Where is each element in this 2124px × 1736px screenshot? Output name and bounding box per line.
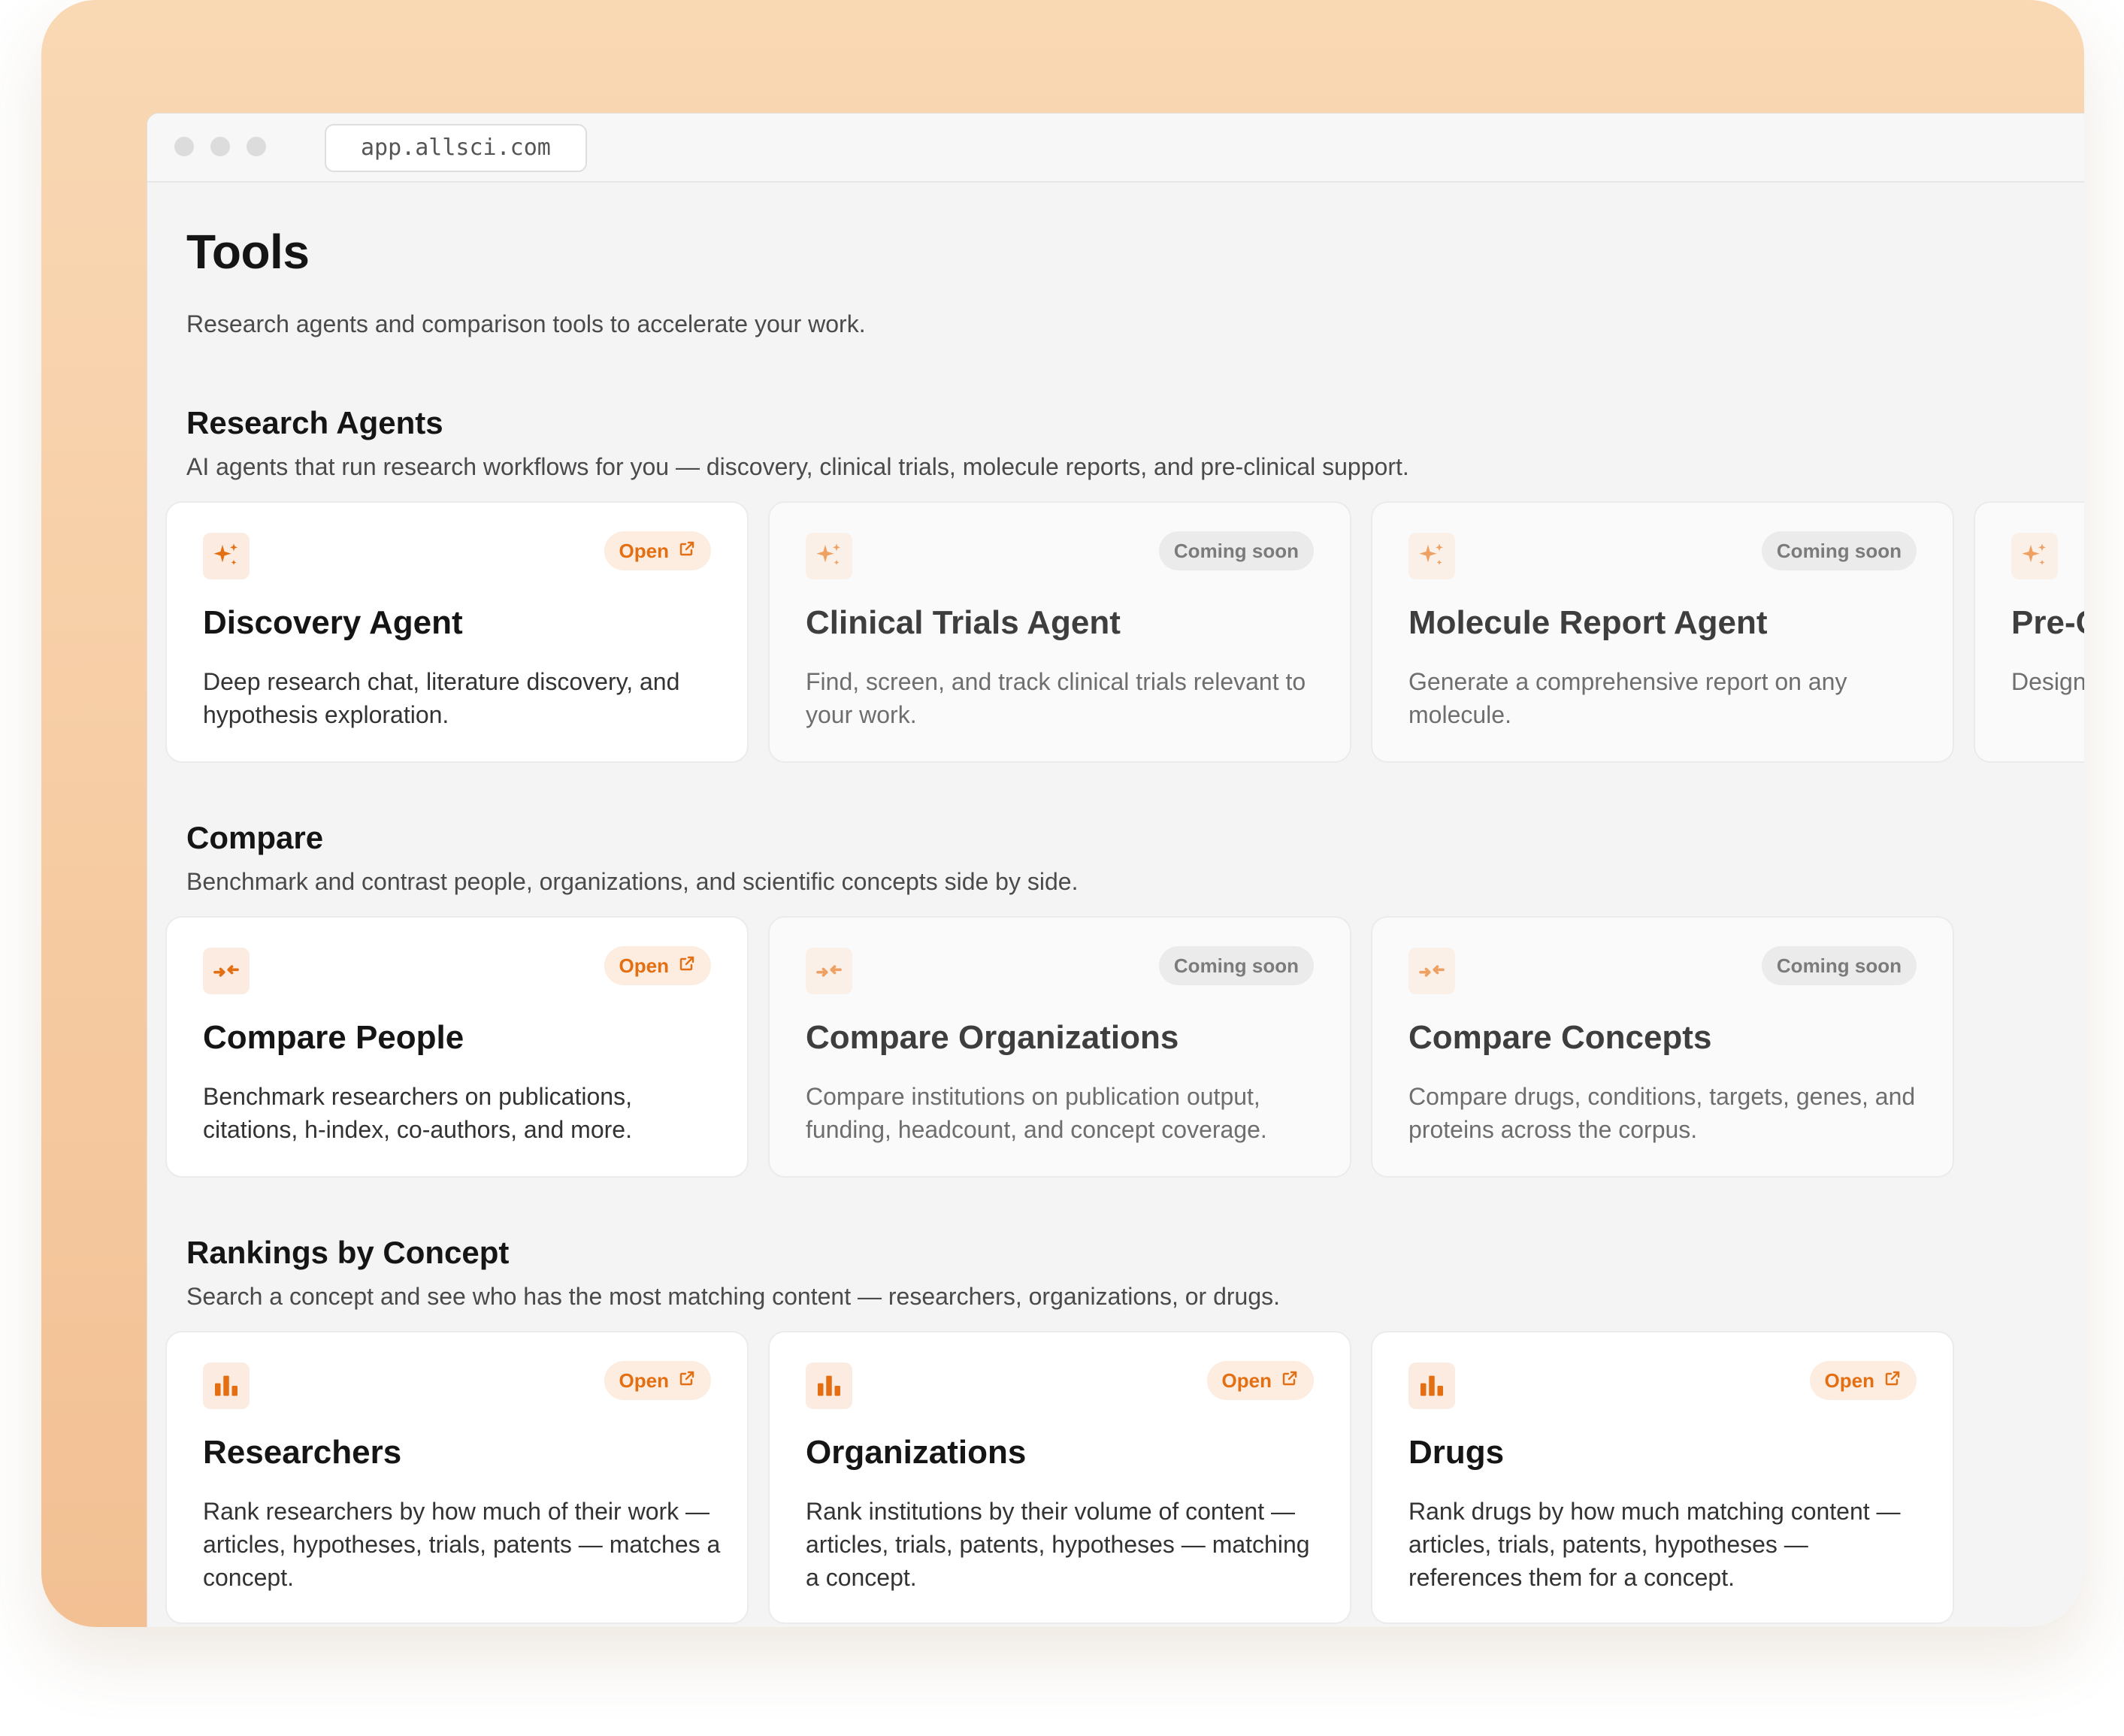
coming-soon-badge: Coming soon [1761, 531, 1917, 570]
open-button[interactable]: Open [604, 946, 711, 985]
card-description: Deep research chat, literature discovery… [203, 668, 680, 728]
card-title: Discovery Agent [203, 604, 463, 641]
card-row: Open Researchers Rank researchers by how… [165, 1331, 2084, 1624]
background-frame: app.allsci.com Tools Research agents and… [41, 0, 2084, 1627]
sparkles-icon [2011, 533, 2058, 579]
browser-window: app.allsci.com Tools Research agents and… [147, 113, 2084, 1627]
page-subtitle: Research agents and comparison tools to … [186, 310, 866, 337]
compare-arrows-icon [203, 948, 250, 994]
bar-chart-icon [806, 1362, 852, 1409]
card-row: Open Compare People Benchmark researcher… [165, 916, 2084, 1178]
section-title: Rankings by Concept [186, 1235, 510, 1270]
open-button[interactable]: Open [604, 1361, 711, 1400]
bar-chart-icon [203, 1362, 250, 1409]
card-title: Organizations [806, 1434, 1027, 1471]
open-button[interactable]: Open [1809, 1361, 1917, 1400]
card-title: Compare Concepts [1408, 1019, 1712, 1056]
badge-label: Coming soon [1173, 540, 1299, 562]
card-row: Open Discovery Agent Deep research chat,… [165, 501, 2084, 763]
tool-card-clinical-trials-agent: Coming soon Clinical Trials Agent Find, … [768, 501, 1351, 763]
page-title: Tools [186, 225, 310, 279]
card-description: Compare drugs, conditions, targets, gene… [1408, 1083, 1916, 1143]
card-title: Molecule Report Agent [1408, 604, 1768, 641]
badge-label: Open [619, 1369, 669, 1392]
external-link-icon [1883, 1361, 1902, 1400]
section-compare: Compare Benchmark and contrast people, o… [165, 818, 2084, 1178]
external-link-icon [678, 1361, 696, 1400]
section-description: Benchmark and contrast people, organizat… [186, 868, 1079, 895]
card-description: Generate a comprehensive report on any m… [1408, 668, 1847, 728]
tool-card-rank-researchers[interactable]: Open Researchers Rank researchers by how… [165, 1331, 749, 1624]
window-close-dot[interactable] [174, 137, 194, 156]
section-rankings-by-concept: Rankings by Concept Search a concept and… [165, 1233, 2084, 1624]
card-title: Researchers [203, 1434, 402, 1471]
coming-soon-badge: Coming soon [1158, 531, 1314, 570]
badge-label: Open [619, 954, 669, 977]
sparkles-icon [1408, 533, 1455, 579]
tool-card-rank-organizations[interactable]: Open Organizations Rank institutions by … [768, 1331, 1351, 1624]
address-bar[interactable]: app.allsci.com [325, 124, 587, 172]
card-description: Benchmark researchers on publications, c… [203, 1083, 632, 1143]
main-content: Tools Research agents and comparison too… [147, 183, 2084, 1624]
card-title: Compare Organizations [806, 1019, 1179, 1056]
badge-label: Open [1221, 1369, 1272, 1392]
sparkles-icon [806, 533, 852, 579]
bar-chart-icon [1408, 1362, 1455, 1409]
external-link-icon [678, 946, 696, 985]
tool-card-compare-people[interactable]: Open Compare People Benchmark researcher… [165, 916, 749, 1178]
tool-card-molecule-report-agent: Coming soon Molecule Report Agent Genera… [1371, 501, 1954, 763]
badge-label: Coming soon [1776, 954, 1902, 977]
tool-card-rank-drugs[interactable]: Open Drugs Rank drugs by how much matchi… [1371, 1331, 1954, 1624]
card-title: Pre-C [2011, 604, 2084, 641]
card-title: Compare People [203, 1019, 464, 1056]
external-link-icon [678, 531, 696, 570]
open-button[interactable]: Open [604, 531, 711, 570]
badge-label: Coming soon [1776, 540, 1902, 562]
tool-card-pre-clinical-partial: Pre-C Design a and stu [1974, 501, 2084, 763]
badge-label: Coming soon [1173, 954, 1299, 977]
badge-label: Open [1824, 1369, 1874, 1392]
section-description: AI agents that run research workflows fo… [186, 453, 1409, 480]
section-description: Search a concept and see who has the mos… [186, 1283, 1281, 1310]
compare-arrows-icon [806, 948, 852, 994]
card-description: Rank researchers by how much of their wo… [203, 1498, 721, 1591]
badge-label: Open [619, 540, 669, 562]
tool-card-compare-organizations: Coming soon Compare Organizations Compar… [768, 916, 1351, 1178]
window-minimize-dot[interactable] [210, 137, 230, 156]
card-description: Design a and stu [2011, 668, 2084, 695]
window-zoom-dot[interactable] [247, 137, 266, 156]
card-description: Compare institutions on publication outp… [806, 1083, 1267, 1143]
section-research-agents: Research Agents AI agents that run resea… [165, 404, 2084, 763]
section-title: Compare [186, 820, 324, 855]
compare-arrows-icon [1408, 948, 1455, 994]
card-title: Drugs [1408, 1434, 1505, 1471]
card-title: Clinical Trials Agent [806, 604, 1121, 641]
card-description: Rank drugs by how much matching content … [1408, 1498, 1901, 1591]
external-link-icon [1281, 1361, 1299, 1400]
browser-chrome: app.allsci.com [147, 113, 2084, 183]
section-title: Research Agents [186, 405, 443, 440]
coming-soon-badge: Coming soon [1761, 946, 1917, 985]
coming-soon-badge: Coming soon [1158, 946, 1314, 985]
card-description: Rank institutions by their volume of con… [806, 1498, 1310, 1591]
open-button[interactable]: Open [1206, 1361, 1314, 1400]
tool-card-discovery-agent[interactable]: Open Discovery Agent Deep research chat,… [165, 501, 749, 763]
card-description: Find, screen, and track clinical trials … [806, 668, 1306, 728]
sparkles-icon [203, 533, 250, 579]
tool-card-compare-concepts: Coming soon Compare Concepts Compare dru… [1371, 916, 1954, 1178]
